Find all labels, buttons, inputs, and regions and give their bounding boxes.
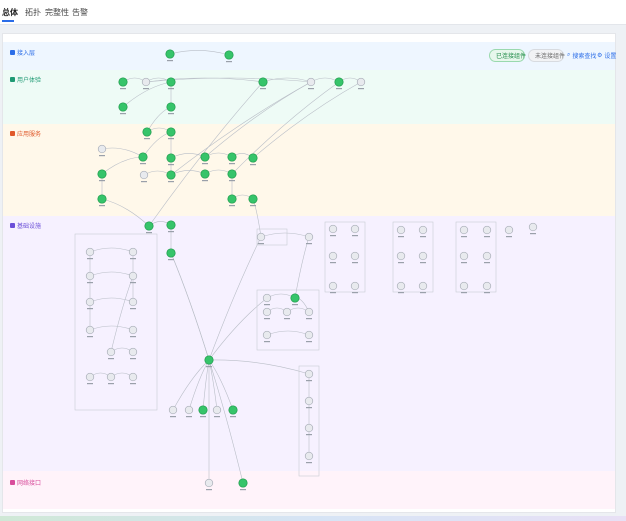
band-label-user: 用户体验 — [10, 75, 41, 84]
band-user-experience — [3, 70, 615, 124]
band-app-services — [3, 124, 615, 216]
band-label-app: 应用服务 — [10, 129, 41, 138]
legend-connected-button[interactable]: 已连接组件 — [489, 49, 526, 62]
access-icon — [10, 50, 15, 55]
settings-button[interactable]: ⚙ 设置 — [597, 49, 616, 62]
band-infrastructure — [3, 216, 615, 471]
gear-icon: ⚙ — [597, 53, 603, 59]
user-icon — [10, 77, 15, 82]
bottom-strip — [0, 516, 626, 521]
infra-icon — [10, 223, 15, 228]
topology-canvas[interactable]: 接入层 用户体验 应用服务 基础设施 网络接口 已连接组件 未连接组件 ⌕ 搜索查… — [2, 33, 616, 513]
tab-overview[interactable]: 总体 — [2, 7, 18, 18]
search-button[interactable]: ⌕ 搜索查找 — [567, 49, 596, 62]
band-label-infra: 基础设施 — [10, 221, 41, 230]
network-icon — [10, 480, 15, 485]
band-network — [3, 471, 615, 509]
top-tab-bar: 总体 拓扑 完整性 告警 — [0, 0, 626, 25]
band-label-access: 接入层 — [10, 48, 35, 57]
tab-alerts[interactable]: 告警 — [72, 7, 88, 18]
tab-integrity[interactable]: 完整性 — [45, 7, 69, 18]
active-tab-indicator — [2, 20, 14, 22]
legend-unconnected-button[interactable]: 未连接组件 — [528, 49, 565, 62]
band-label-network: 网络接口 — [10, 478, 41, 487]
app-icon — [10, 131, 15, 136]
tab-topology[interactable]: 拓扑 — [25, 7, 41, 18]
search-icon: ⌕ — [567, 52, 571, 58]
